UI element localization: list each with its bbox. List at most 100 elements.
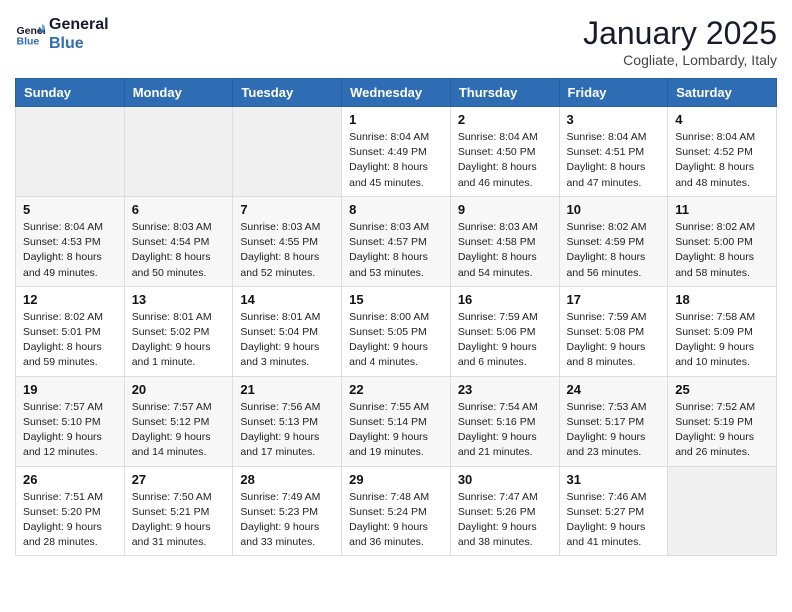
calendar-cell: 7 Sunrise: 8:03 AM Sunset: 4:55 PM Daylig… [233,196,342,286]
calendar-cell: 9 Sunrise: 8:03 AM Sunset: 4:58 PM Daylig… [450,196,559,286]
day-info: Sunrise: 8:02 AM Sunset: 5:01 PM Dayligh… [23,310,117,371]
day-info: Sunrise: 7:49 AM Sunset: 5:23 PM Dayligh… [240,490,334,551]
day-info: Sunrise: 7:50 AM Sunset: 5:21 PM Dayligh… [132,490,226,551]
day-number: 15 [349,292,443,307]
logo-icon: General Blue [15,19,45,49]
calendar-cell: 29Sunrise: 7:48 AM Sunset: 5:24 PM Dayli… [342,466,451,556]
month-title: January 2025 [583,15,777,52]
day-info: Sunrise: 8:01 AM Sunset: 5:04 PM Dayligh… [240,310,334,371]
day-info: Sunrise: 7:55 AM Sunset: 5:14 PM Dayligh… [349,400,443,461]
day-number: 23 [458,382,552,397]
calendar-cell: 10 Sunrise: 8:02 AM Sunset: 4:59 PM Dayli… [559,196,668,286]
calendar-week-1: 5Sunrise: 8:04 AM Sunset: 4:53 PM Daylig… [16,196,777,286]
calendar-cell: 1 Sunrise: 8:04 AM Sunset: 4:49 PM Daylig… [342,107,451,197]
calendar-table: SundayMondayTuesdayWednesdayThursdayFrid… [15,78,777,556]
day-info: Sunrise: 7:58 AM Sunset: 5:09 PM Dayligh… [675,310,769,371]
calendar-cell: 14 Sunrise: 8:01 AM Sunset: 5:04 PM Dayli… [233,286,342,376]
day-number: 8 [349,202,443,217]
day-info: Sunrise: 7:46 AM Sunset: 5:27 PM Dayligh… [567,490,661,551]
svg-text:Blue: Blue [17,36,40,48]
day-number: 7 [240,202,334,217]
calendar-cell [668,466,777,556]
day-number: 20 [132,382,226,397]
weekday-header-row: SundayMondayTuesdayWednesdayThursdayFrid… [16,79,777,107]
day-info: Sunrise: 7:52 AM Sunset: 5:19 PM Dayligh… [675,400,769,461]
day-number: 1 [349,112,443,127]
day-number: 9 [458,202,552,217]
day-number: 30 [458,472,552,487]
logo: General Blue General Blue [15,15,109,53]
day-info: Sunrise: 8:02 AM Sunset: 5:00 PM Dayligh… [675,220,769,281]
day-number: 26 [23,472,117,487]
day-number: 10 [567,202,661,217]
weekday-header-saturday: Saturday [668,79,777,107]
calendar-cell: 20 Sunrise: 7:57 AM Sunset: 5:12 PM Dayli… [124,376,233,466]
calendar-cell: 18 Sunrise: 7:58 AM Sunset: 5:09 PM Dayli… [668,286,777,376]
weekday-header-monday: Monday [124,79,233,107]
calendar-cell: 26Sunrise: 7:51 AM Sunset: 5:20 PM Dayli… [16,466,125,556]
calendar-cell [16,107,125,197]
day-number: 24 [567,382,661,397]
calendar-cell: 4Sunrise: 8:04 AM Sunset: 4:52 PM Daylig… [668,107,777,197]
weekday-header-sunday: Sunday [16,79,125,107]
day-number: 28 [240,472,334,487]
page-header: General Blue General Blue January 2025 C… [15,15,777,68]
day-info: Sunrise: 7:57 AM Sunset: 5:10 PM Dayligh… [23,400,117,461]
day-number: 6 [132,202,226,217]
day-info: Sunrise: 8:04 AM Sunset: 4:49 PM Dayligh… [349,130,443,191]
logo-line2: Blue [49,34,109,53]
calendar-cell: 19 Sunrise: 7:57 AM Sunset: 5:10 PM Dayli… [16,376,125,466]
calendar-cell: 21 Sunrise: 7:56 AM Sunset: 5:13 PM Dayli… [233,376,342,466]
logo-line1: General [49,15,109,34]
day-info: Sunrise: 8:01 AM Sunset: 5:02 PM Dayligh… [132,310,226,371]
weekday-header-tuesday: Tuesday [233,79,342,107]
day-info: Sunrise: 7:54 AM Sunset: 5:16 PM Dayligh… [458,400,552,461]
calendar-cell: 27 Sunrise: 7:50 AM Sunset: 5:21 PM Dayli… [124,466,233,556]
day-info: Sunrise: 7:57 AM Sunset: 5:12 PM Dayligh… [132,400,226,461]
day-info: Sunrise: 8:03 AM Sunset: 4:55 PM Dayligh… [240,220,334,281]
calendar-week-3: 19 Sunrise: 7:57 AM Sunset: 5:10 PM Dayli… [16,376,777,466]
calendar-cell: 5Sunrise: 8:04 AM Sunset: 4:53 PM Daylig… [16,196,125,286]
calendar-cell: 2 Sunrise: 8:04 AM Sunset: 4:50 PM Daylig… [450,107,559,197]
day-info: Sunrise: 7:53 AM Sunset: 5:17 PM Dayligh… [567,400,661,461]
day-number: 13 [132,292,226,307]
calendar-cell: 11 Sunrise: 8:02 AM Sunset: 5:00 PM Dayli… [668,196,777,286]
calendar-cell: 28 Sunrise: 7:49 AM Sunset: 5:23 PM Dayli… [233,466,342,556]
day-info: Sunrise: 8:00 AM Sunset: 5:05 PM Dayligh… [349,310,443,371]
weekday-header-wednesday: Wednesday [342,79,451,107]
title-block: January 2025 Cogliate, Lombardy, Italy [583,15,777,68]
day-info: Sunrise: 8:03 AM Sunset: 4:58 PM Dayligh… [458,220,552,281]
day-number: 14 [240,292,334,307]
calendar-week-0: 1 Sunrise: 8:04 AM Sunset: 4:49 PM Daylig… [16,107,777,197]
calendar-cell: 22Sunrise: 7:55 AM Sunset: 5:14 PM Dayli… [342,376,451,466]
day-number: 29 [349,472,443,487]
weekday-header-thursday: Thursday [450,79,559,107]
day-number: 2 [458,112,552,127]
day-number: 19 [23,382,117,397]
day-info: Sunrise: 8:04 AM Sunset: 4:50 PM Dayligh… [458,130,552,191]
day-number: 16 [458,292,552,307]
calendar-week-4: 26Sunrise: 7:51 AM Sunset: 5:20 PM Dayli… [16,466,777,556]
calendar-body: 1 Sunrise: 8:04 AM Sunset: 4:49 PM Daylig… [16,107,777,556]
calendar-cell: 8 Sunrise: 8:03 AM Sunset: 4:57 PM Daylig… [342,196,451,286]
day-info: Sunrise: 7:56 AM Sunset: 5:13 PM Dayligh… [240,400,334,461]
day-number: 31 [567,472,661,487]
day-info: Sunrise: 8:03 AM Sunset: 4:57 PM Dayligh… [349,220,443,281]
calendar-week-2: 12Sunrise: 8:02 AM Sunset: 5:01 PM Dayli… [16,286,777,376]
day-number: 11 [675,202,769,217]
calendar-cell: 23 Sunrise: 7:54 AM Sunset: 5:16 PM Dayli… [450,376,559,466]
calendar-cell: 16 Sunrise: 7:59 AM Sunset: 5:06 PM Dayli… [450,286,559,376]
day-number: 25 [675,382,769,397]
calendar-cell: 15 Sunrise: 8:00 AM Sunset: 5:05 PM Dayli… [342,286,451,376]
calendar-cell: 31 Sunrise: 7:46 AM Sunset: 5:27 PM Dayli… [559,466,668,556]
day-number: 21 [240,382,334,397]
calendar-cell [124,107,233,197]
day-info: Sunrise: 8:02 AM Sunset: 4:59 PM Dayligh… [567,220,661,281]
day-number: 27 [132,472,226,487]
location: Cogliate, Lombardy, Italy [583,52,777,68]
day-number: 3 [567,112,661,127]
day-info: Sunrise: 7:59 AM Sunset: 5:06 PM Dayligh… [458,310,552,371]
day-info: Sunrise: 8:04 AM Sunset: 4:51 PM Dayligh… [567,130,661,191]
calendar-cell [233,107,342,197]
day-number: 18 [675,292,769,307]
